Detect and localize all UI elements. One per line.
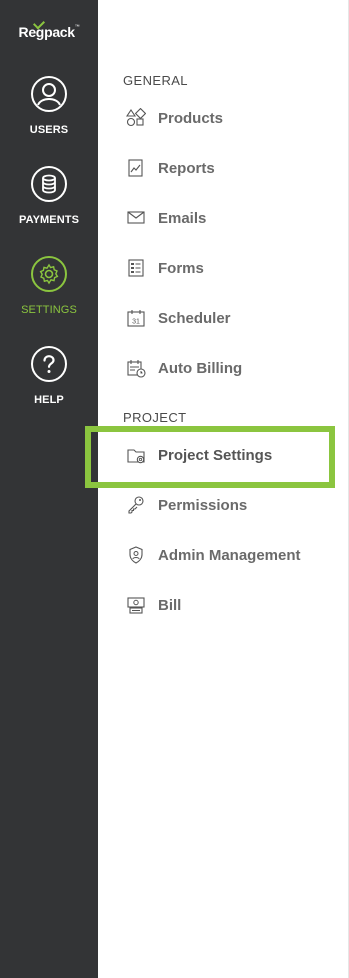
calendar-day: 31 <box>132 319 140 326</box>
menu-item-label: Permissions <box>158 496 248 514</box>
menu-item-label: Reports <box>158 159 215 177</box>
nav-users-label: USERS <box>29 124 69 136</box>
chart-doc-icon <box>126 158 146 178</box>
menu-item-reports[interactable]: Reports <box>126 156 336 180</box>
menu-item-label: Project Settings <box>158 446 273 464</box>
form-icon <box>126 258 146 278</box>
regpack-logo[interactable]: Regpack™ <box>0 17 98 40</box>
nav-users[interactable]: USERS <box>0 76 98 136</box>
menu-item-label: Bill <box>158 596 182 614</box>
nav-settings-label: SETTINGS <box>21 304 77 316</box>
settings-panel: GENERAL Products Reports Emails Forms 31… <box>98 0 349 978</box>
menu-item-label: Emails <box>158 209 207 227</box>
menu-item-project-settings[interactable]: Project Settings <box>126 443 336 467</box>
menu-item-forms[interactable]: Forms <box>126 256 336 280</box>
bill-icon <box>126 595 146 615</box>
calendar-clock-icon <box>126 358 146 378</box>
section-project-heading: PROJECT <box>123 410 187 425</box>
menu-item-label: Products <box>158 109 224 127</box>
menu-item-label: Forms <box>158 259 204 277</box>
menu-item-bill[interactable]: Bill <box>126 593 336 617</box>
menu-item-label: Admin Management <box>158 546 301 564</box>
folder-gear-icon <box>126 445 146 465</box>
question-icon <box>31 346 67 382</box>
nav-settings[interactable]: SETTINGS <box>0 256 98 316</box>
menu-item-emails[interactable]: Emails <box>126 206 336 230</box>
envelope-icon <box>126 208 146 228</box>
nav-help-label: HELP <box>34 394 64 406</box>
shapes-icon <box>126 108 146 128</box>
side-rail: Regpack™ USERS PAYMENTS SETTINGS HELP <box>0 0 98 978</box>
menu-item-auto-billing[interactable]: Auto Billing <box>126 356 336 380</box>
menu-item-products[interactable]: Products <box>126 106 336 130</box>
nav-payments[interactable]: PAYMENTS <box>0 166 98 226</box>
logo-trademark: ™ <box>74 24 80 30</box>
menu-item-admin-management[interactable]: Admin Management <box>126 543 336 567</box>
key-icon <box>126 495 146 515</box>
user-icon <box>31 76 67 112</box>
calendar-icon: 31 <box>126 308 146 328</box>
shield-user-icon <box>126 545 146 565</box>
menu-item-permissions[interactable]: Permissions <box>126 493 336 517</box>
menu-item-label: Scheduler <box>158 309 231 327</box>
section-general-heading: GENERAL <box>123 73 188 88</box>
coins-icon <box>31 166 67 202</box>
menu-item-label: Auto Billing <box>158 359 243 377</box>
logo-text: Regpack <box>18 24 76 40</box>
menu-item-scheduler[interactable]: 31 Scheduler <box>126 306 336 330</box>
nav-payments-label: PAYMENTS <box>18 214 80 226</box>
nav-help[interactable]: HELP <box>0 346 98 406</box>
gear-icon <box>31 256 67 292</box>
